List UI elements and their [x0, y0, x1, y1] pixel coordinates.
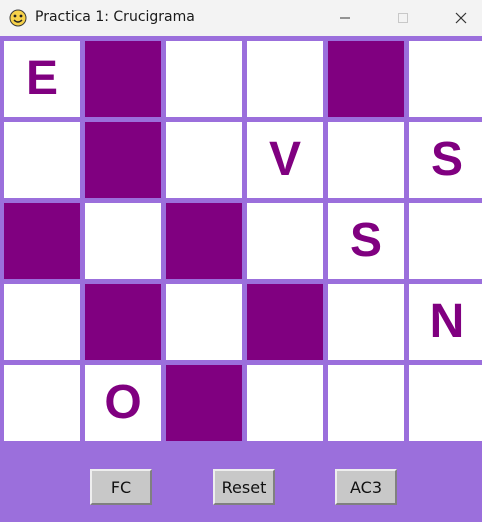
close-button[interactable]: [438, 0, 482, 36]
crossword-cell[interactable]: [247, 203, 323, 279]
crossword-cell[interactable]: [85, 203, 161, 279]
crossword-cell[interactable]: [4, 284, 80, 360]
close-icon: [455, 12, 467, 24]
fc-button[interactable]: FC: [90, 469, 152, 505]
crossword-cell[interactable]: [166, 41, 242, 117]
window-title: Practica 1: Crucigrama: [35, 9, 195, 25]
crossword-cell[interactable]: [4, 365, 80, 441]
crossword-cell[interactable]: [409, 365, 482, 441]
crossword-cell[interactable]: [328, 122, 404, 198]
crossword-cell[interactable]: [328, 365, 404, 441]
crossword-cell[interactable]: E: [4, 41, 80, 117]
cell-letter: N: [429, 295, 465, 348]
blocked-cell: [85, 122, 161, 198]
cell-letter: S: [430, 133, 463, 186]
cell-letter: E: [25, 52, 58, 105]
crossword-cell[interactable]: [328, 284, 404, 360]
cell-letter: O: [104, 376, 142, 429]
blocked-cell: [4, 203, 80, 279]
blocked-cell: [328, 41, 404, 117]
cell-letter: V: [268, 133, 301, 186]
python-logo-icon: [8, 8, 28, 28]
crossword-cell[interactable]: S: [409, 122, 482, 198]
crossword-cell[interactable]: [166, 122, 242, 198]
ac3-button[interactable]: AC3: [335, 469, 397, 505]
app-window: Practica 1: Crucigrama EVSSNO FC Reset A…: [0, 0, 482, 522]
reset-button[interactable]: Reset: [213, 469, 275, 505]
minimize-icon: [340, 17, 350, 19]
blocked-cell: [85, 41, 161, 117]
crossword-cell[interactable]: N: [409, 284, 482, 360]
crossword-cell[interactable]: V: [247, 122, 323, 198]
crossword-cell[interactable]: [409, 41, 482, 117]
blocked-cell: [85, 284, 161, 360]
minimize-button[interactable]: [322, 0, 368, 36]
cell-letter: S: [349, 214, 382, 267]
blocked-cell: [166, 365, 242, 441]
blocked-cell: [166, 203, 242, 279]
crossword-cell[interactable]: O: [85, 365, 161, 441]
crossword-cell[interactable]: [4, 122, 80, 198]
maximize-button[interactable]: [380, 0, 426, 36]
crossword-cell[interactable]: [247, 41, 323, 117]
maximize-icon: [398, 13, 408, 23]
crossword-cell[interactable]: S: [328, 203, 404, 279]
crossword-cell[interactable]: [409, 203, 482, 279]
blocked-cell: [247, 284, 323, 360]
title-bar[interactable]: Practica 1: Crucigrama: [0, 0, 482, 36]
crossword-board: EVSSNO: [0, 36, 482, 446]
crossword-cell[interactable]: [247, 365, 323, 441]
crossword-cell[interactable]: [166, 284, 242, 360]
